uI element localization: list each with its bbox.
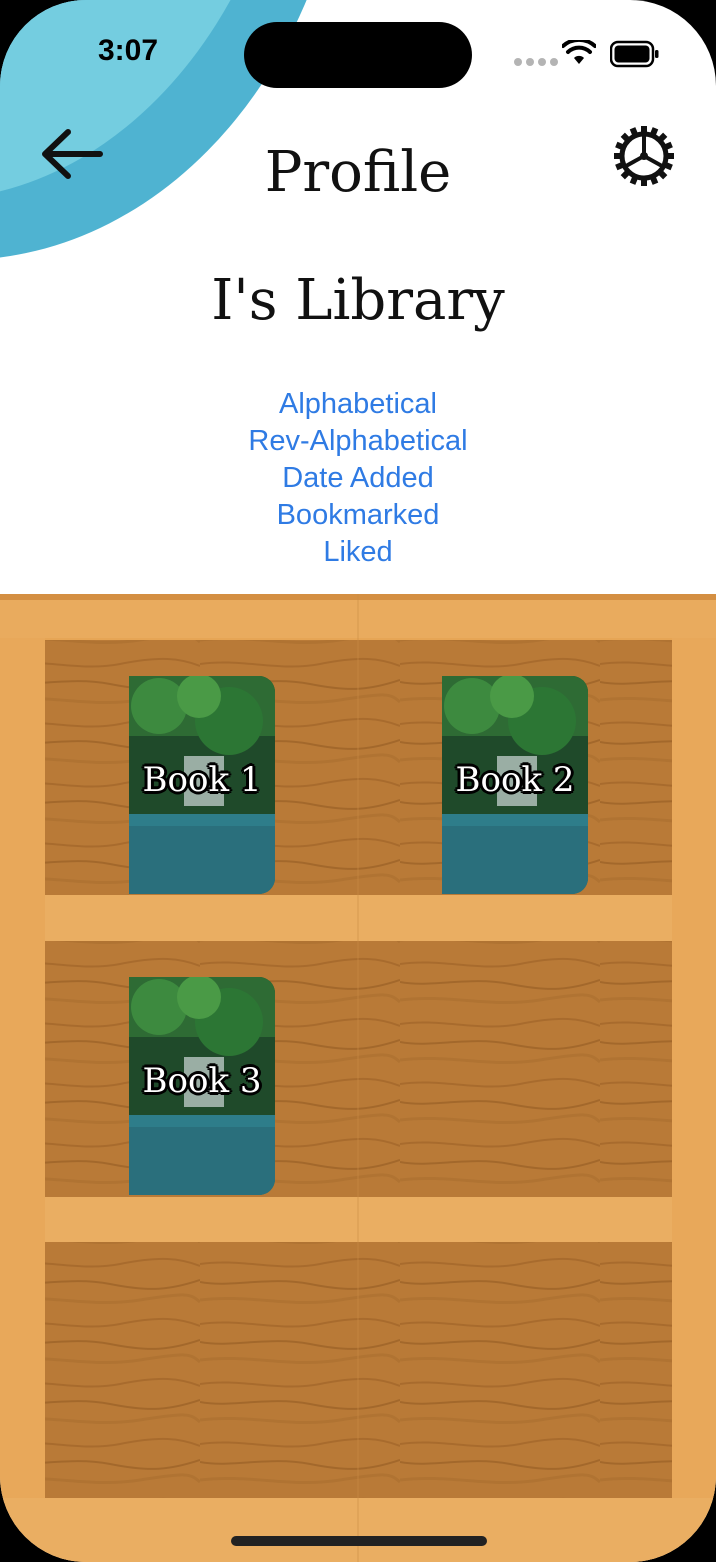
phone-screen: 3:07 Profile I's Library Alphabetical Re… (0, 0, 716, 1562)
book-title: Book 3 (142, 1061, 262, 1101)
sort-bookmarked-button[interactable]: Bookmarked (0, 497, 716, 534)
sort-liked-button[interactable]: Liked (0, 534, 716, 571)
sort-date-added-button[interactable]: Date Added (0, 460, 716, 497)
book-cover[interactable]: Book 3 (129, 977, 275, 1195)
book-title: Book 2 (455, 760, 575, 800)
book-cover[interactable]: Book 2 (442, 676, 588, 894)
battery-icon (610, 40, 659, 68)
sort-rev-alphabetical-button[interactable]: Rev-Alphabetical (0, 423, 716, 460)
sort-options: Alphabetical Rev-Alphabetical Date Added… (0, 386, 716, 571)
sort-alphabetical-button[interactable]: Alphabetical (0, 386, 716, 423)
cellular-signal-icon (514, 58, 558, 66)
book-title: Book 1 (142, 760, 262, 800)
page-title: Profile (264, 140, 452, 205)
library-title: I's Library (211, 268, 505, 333)
wifi-icon (562, 40, 596, 64)
bookshelf-background (0, 594, 716, 1562)
book-cover[interactable]: Book 1 (129, 676, 275, 894)
home-indicator[interactable] (231, 1536, 487, 1546)
bookshelf: Book 1 Book 2 Book 3 (0, 594, 716, 1562)
dynamic-island (244, 22, 472, 88)
status-time: 3:07 (98, 34, 159, 67)
